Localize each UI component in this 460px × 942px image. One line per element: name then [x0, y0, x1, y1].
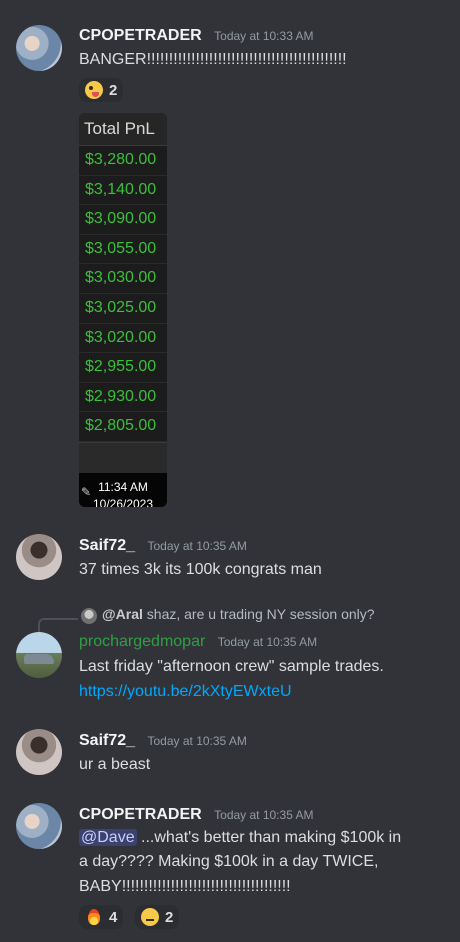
timestamp: Today at 10:35 AM — [147, 539, 247, 553]
avatar[interactable] — [16, 632, 62, 678]
message-text-part: ...what's better than making $100k in — [136, 829, 402, 846]
pnl-row: $3,030.00 — [79, 264, 167, 294]
username[interactable]: Saif72_ — [79, 732, 135, 749]
timestamp: Today at 10:35 AM — [217, 635, 318, 649]
pnl-clock: ✎ 11:34 AM 10/26/2023 — [79, 472, 167, 507]
message-text: 37 times 3k its 100k congrats man — [79, 561, 322, 578]
username[interactable]: Saif72_ — [79, 537, 135, 554]
timestamp: Today at 10:35 AM — [147, 734, 247, 748]
pnl-row: $3,025.00 — [79, 294, 167, 324]
avatar[interactable] — [16, 25, 62, 71]
pen-icon: ✎ — [81, 484, 92, 499]
reaction-count: 2 — [109, 81, 118, 99]
pnl-row: $3,140.00 — [79, 176, 167, 206]
reaction-zany-face[interactable]: 2 — [79, 78, 124, 102]
pnl-row: $3,280.00 — [79, 146, 167, 176]
message-text: BANGER!!!!!!!!!!!!!!!!!!!!!!!!!!!!!!!!!!… — [79, 51, 347, 68]
pnl-screenshot-attachment[interactable]: Total PnL $3,280.00 $3,140.00 $3,090.00 … — [79, 113, 167, 507]
pnl-empty-row — [79, 441, 167, 473]
pnl-row: $3,055.00 — [79, 235, 167, 265]
pnl-row: $2,930.00 — [79, 383, 167, 413]
reaction-count: 2 — [165, 908, 174, 926]
pnl-row: $3,090.00 — [79, 205, 167, 235]
username[interactable]: CPOPETRADER — [79, 806, 202, 823]
clock-date: 10/26/2023 — [92, 496, 154, 507]
avatar[interactable] — [16, 729, 62, 775]
mention-dave[interactable]: @Dave — [79, 829, 137, 846]
message-text-line-2: a day???? Making $100k in a day TWICE, — [79, 853, 379, 870]
reply-avatar — [81, 608, 97, 624]
reaction-count: 4 — [109, 908, 118, 926]
message-text: Last friday "afternoon crew" sample trad… — [79, 658, 384, 675]
youtube-link[interactable]: https://youtu.be/2kXtyEWxteU — [79, 681, 292, 703]
reply-snippet: shaz, are u trading NY session only? — [146, 606, 375, 622]
avatar[interactable] — [16, 803, 62, 849]
avatar[interactable] — [16, 534, 62, 580]
reaction-fire[interactable]: 4 — [79, 905, 124, 929]
timestamp: Today at 10:35 AM — [214, 808, 314, 822]
zany-face-emoji-icon — [85, 81, 103, 99]
reaction-thinking[interactable]: 2 — [135, 905, 180, 929]
fire-emoji-icon — [85, 908, 103, 926]
message-text-line-1: @Dave ...what's better than making $100k… — [79, 827, 401, 849]
username[interactable]: prochargedmopar — [79, 633, 205, 650]
pnl-row: $2,955.00 — [79, 353, 167, 383]
reply-user: @Aral — [102, 606, 143, 622]
message-text: ur a beast — [79, 756, 151, 773]
thinking-face-emoji-icon — [141, 908, 159, 926]
timestamp: Today at 10:33 AM — [214, 29, 314, 43]
reply-preview[interactable]: @Aral shaz, are u trading NY session onl… — [102, 606, 375, 622]
pnl-title: Total PnL — [79, 113, 167, 146]
clock-time: 11:34 AM — [98, 479, 148, 494]
message-text-line-3: BABY!!!!!!!!!!!!!!!!!!!!!!!!!!!!!!!!!!!!… — [79, 878, 291, 895]
pnl-row: $3,020.00 — [79, 324, 167, 354]
username[interactable]: CPOPETRADER — [79, 27, 202, 44]
pnl-row: $2,805.00 — [79, 412, 167, 442]
